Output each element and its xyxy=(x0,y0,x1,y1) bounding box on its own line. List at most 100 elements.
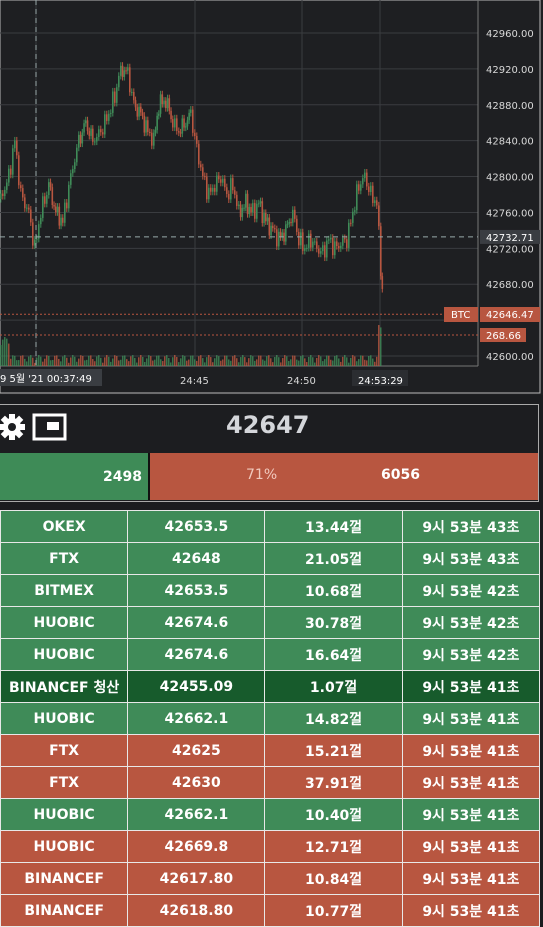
trade-row: FTX 42625 15.21껄 9시 53분 41초 xyxy=(0,734,541,767)
candle xyxy=(342,238,344,246)
volume-bar xyxy=(40,356,42,366)
volume-bar xyxy=(20,355,22,366)
volume-bar xyxy=(214,358,216,366)
trade-qty: 30.78껄 xyxy=(264,606,403,639)
candle xyxy=(214,187,216,192)
volume-bar xyxy=(190,355,192,366)
candle xyxy=(266,217,269,222)
candle xyxy=(26,207,28,209)
volume-bar xyxy=(172,357,174,366)
volume-bar xyxy=(44,358,46,366)
candle xyxy=(362,178,364,185)
volume-bar xyxy=(228,359,230,366)
trade-exchange: HUOBIC xyxy=(0,830,129,863)
volume-bar xyxy=(292,355,294,366)
candle xyxy=(163,100,165,105)
candle xyxy=(294,209,296,219)
trade-qty: 10.40껄 xyxy=(264,798,403,831)
volume-bar xyxy=(114,355,116,366)
candle xyxy=(204,176,206,178)
price-chart[interactable]: 42960.00 42920.00 42880.00 42840.00 42800.00… xyxy=(0,0,543,395)
candle xyxy=(332,237,334,256)
candle xyxy=(136,107,139,117)
volume-bar xyxy=(302,355,304,366)
candle xyxy=(364,172,366,179)
volume-bar xyxy=(338,358,340,366)
candle xyxy=(60,217,62,226)
trade-price: 42653.5 xyxy=(127,574,266,607)
volume-bar xyxy=(38,355,40,366)
window-icon[interactable] xyxy=(32,411,68,443)
trade-exchange: FTX xyxy=(0,542,129,575)
volume-bar xyxy=(194,359,196,366)
candle xyxy=(141,112,144,116)
volume-bar xyxy=(280,362,282,366)
candle xyxy=(241,207,244,218)
candle xyxy=(10,168,12,175)
trade-time: 9시 53분 41초 xyxy=(401,830,541,863)
trade-qty: 21.05껄 xyxy=(264,542,403,575)
volume-bar xyxy=(2,339,4,366)
trade-row: OKEX 42653.5 13.44껄 9시 53분 43초 xyxy=(0,510,541,543)
volume-bar xyxy=(212,362,214,366)
volume-bar xyxy=(350,357,352,366)
candle xyxy=(58,206,61,226)
volume-bar xyxy=(46,355,48,366)
volume-bar xyxy=(8,343,10,366)
candle xyxy=(261,201,264,224)
volume-bar xyxy=(108,356,110,366)
volume-bar xyxy=(154,359,156,366)
gear-icon[interactable] xyxy=(0,411,28,443)
candle xyxy=(78,134,80,148)
volume-bar xyxy=(324,359,326,366)
candle xyxy=(18,155,20,186)
trade-list: OKEX 42653.5 13.44껄 9시 53분 43초 FTX 42648 21.05… xyxy=(0,510,541,927)
volume-bar xyxy=(122,355,124,366)
volume-bar xyxy=(58,358,60,366)
candle xyxy=(158,113,160,116)
candle xyxy=(236,194,238,206)
volume-bar xyxy=(78,358,80,366)
volume-bar xyxy=(326,355,328,366)
trade-price: 42662.1 xyxy=(127,798,266,831)
candle xyxy=(32,222,34,246)
volume-bar xyxy=(22,355,24,366)
volume-bar xyxy=(184,356,186,366)
current-price: 42647 xyxy=(226,411,310,439)
trade-time: 9시 53분 42초 xyxy=(401,638,541,671)
candlestick-chart-canvas[interactable]: 42960.00 42920.00 42880.00 42840.00 42800.00… xyxy=(0,0,543,395)
volume-bar xyxy=(216,355,218,366)
volume-bar xyxy=(6,338,8,366)
candle xyxy=(188,112,190,121)
x-axis-label: 24:50 xyxy=(287,376,316,387)
volume-bar xyxy=(128,361,130,366)
y-axis-label: 42920.00 xyxy=(486,65,534,76)
candle xyxy=(272,225,274,229)
candle xyxy=(51,187,54,206)
volume-bar xyxy=(310,355,312,366)
volume-bar xyxy=(202,358,204,366)
trade-price: 42617.80 xyxy=(127,862,266,895)
volume-bar xyxy=(314,362,316,366)
candle xyxy=(56,206,59,213)
candle xyxy=(64,202,66,223)
volume-bar xyxy=(16,360,18,366)
candle xyxy=(320,251,322,254)
volume-bar xyxy=(322,361,324,366)
candle xyxy=(6,182,8,190)
volume-bar xyxy=(318,355,320,366)
trade-row: HUOBIC 42662.1 14.82껄 9시 53분 41초 xyxy=(0,702,541,735)
candle xyxy=(172,119,174,128)
volume-bar xyxy=(124,355,126,366)
volume-bar xyxy=(94,361,96,366)
trade-qty: 13.44껄 xyxy=(264,510,403,543)
trade-exchange: HUOBIC xyxy=(0,798,129,831)
trade-exchange: OKEX xyxy=(0,510,129,543)
volume-bar xyxy=(192,355,194,366)
candle xyxy=(354,210,356,212)
candle xyxy=(134,100,137,108)
candle xyxy=(302,232,304,251)
volume-bar xyxy=(168,358,170,366)
volume-bar xyxy=(164,356,166,366)
volume-bar xyxy=(170,362,172,366)
